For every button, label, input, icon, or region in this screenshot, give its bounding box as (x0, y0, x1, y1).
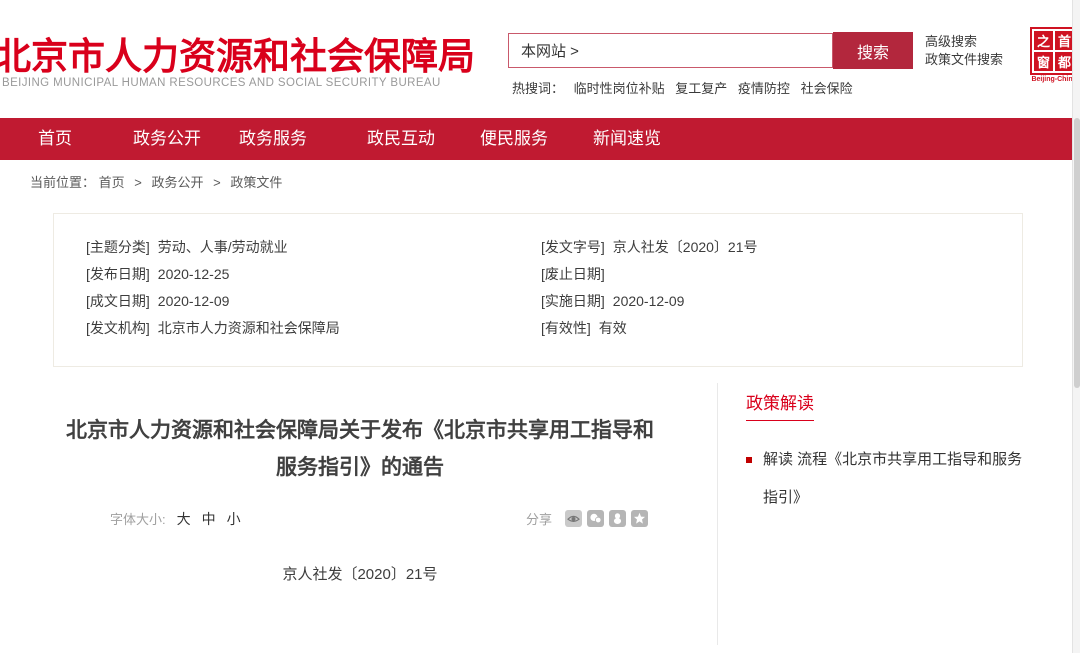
font-size-large-button[interactable]: 大 (177, 511, 191, 527)
hot-word-link[interactable]: 社会保险 (801, 81, 853, 96)
font-size-control: 字体大小: 大中小 (110, 509, 241, 530)
share-label: 分享 (526, 509, 552, 528)
meta-label: [发布日期] (86, 266, 150, 282)
meta-value: 京人社发〔2020〕21号 (613, 239, 758, 255)
qzone-share-icon[interactable] (631, 510, 648, 527)
hot-word-link[interactable]: 疫情防控 (738, 81, 790, 96)
hot-word-link[interactable]: 复工复产 (675, 81, 727, 96)
weibo-share-icon[interactable] (565, 510, 582, 527)
seal-char: 窗 (1034, 52, 1053, 71)
meta-row-effective-date: [实施日期] 2020-12-09 (541, 288, 758, 315)
font-size-small-button[interactable]: 小 (227, 511, 241, 527)
meta-column-left: [主题分类] 劳动、人事/劳动就业 [发布日期] 2020-12-25 [成文日期]… (86, 234, 340, 342)
article-tools-row: 字体大小: 大中小 分享 (53, 509, 703, 533)
wechat-share-icon[interactable] (587, 510, 604, 527)
meta-label: [发文机构] (86, 320, 150, 336)
nav-item-gov-services[interactable]: 政务服务 (239, 118, 307, 160)
scrollbar-thumb[interactable] (1074, 118, 1080, 388)
hot-word-link[interactable]: 临时性岗位补贴 (574, 81, 665, 96)
nav-item-gov-disclosure[interactable]: 政务公开 (133, 118, 201, 160)
breadcrumb: 当前位置： 首页 > 政务公开 > 政策文件 (30, 172, 282, 191)
page-scrollbar[interactable] (1072, 0, 1080, 653)
capital-window-caption: Beijing-China (1030, 76, 1078, 83)
nav-item-convenience[interactable]: 便民服务 (480, 118, 548, 160)
sidebar-item-label: 解读 流程《北京市共享用工指导和服务指引》 (763, 451, 1022, 506)
meta-value: 北京市人力资源和社会保障局 (158, 320, 340, 336)
meta-label: [成文日期] (86, 293, 150, 309)
bullet-icon (746, 457, 752, 463)
search-links: 高级搜索 政策文件搜索 (925, 33, 1003, 69)
nav-item-interaction[interactable]: 政民互动 (367, 118, 435, 160)
main-nav: 首页 政务公开 政务服务 政民互动 便民服务 新闻速览 (0, 118, 1080, 160)
meta-row-doc-number: [发文字号] 京人社发〔2020〕21号 (541, 234, 758, 261)
meta-value: 2020-12-09 (158, 293, 230, 309)
meta-row-validity: [有效性] 有效 (541, 315, 758, 342)
meta-value: 有效 (599, 320, 627, 336)
document-meta-box: [主题分类] 劳动、人事/劳动就业 [发布日期] 2020-12-25 [成文日期]… (53, 213, 1023, 367)
site-logo-title: 北京市人力资源和社会保障局 (0, 26, 475, 80)
advanced-search-link[interactable]: 高级搜索 (925, 33, 1003, 51)
meta-value: 2020-12-25 (158, 266, 230, 282)
meta-label: [废止日期] (541, 266, 605, 282)
share-control: 分享 (526, 509, 648, 528)
meta-label: [有效性] (541, 320, 591, 336)
meta-row-publish-date: [发布日期] 2020-12-25 (86, 261, 340, 288)
meta-value: 2020-12-09 (613, 293, 685, 309)
meta-row-topic: [主题分类] 劳动、人事/劳动就业 (86, 234, 340, 261)
seal-char: 之 (1034, 31, 1053, 50)
article-title: 北京市人力资源和社会保障局关于发布《北京市共享用工指导和服务指引》的通告 (60, 412, 660, 486)
meta-row-issuing-agency: [发文机构] 北京市人力资源和社会保障局 (86, 315, 340, 342)
meta-value: 劳动、人事/劳动就业 (158, 239, 288, 255)
sidebar-interpretation-link[interactable]: 解读 流程《北京市共享用工指导和服务指引》 (746, 441, 1031, 517)
hot-search-words: 热搜词： 临时性岗位补贴 复工复产 疫情防控 社会保险 (512, 78, 860, 97)
meta-label: [发文字号] (541, 239, 605, 255)
breadcrumb-policy-files[interactable]: 政策文件 (230, 175, 282, 190)
font-size-medium-button[interactable]: 中 (202, 511, 216, 527)
breadcrumb-home[interactable]: 首页 (99, 175, 125, 190)
capital-window-logo[interactable]: 之 首 窗 都 Beijing-China (1030, 27, 1078, 83)
site-logo-subtitle: BEIJING MUNICIPAL HUMAN RESOURCES AND SO… (2, 77, 441, 89)
breadcrumb-separator: > (134, 175, 142, 190)
nav-item-news[interactable]: 新闻速览 (593, 118, 661, 160)
font-size-label: 字体大小: (110, 512, 166, 527)
capital-window-seal-icon: 之 首 窗 都 (1030, 27, 1078, 75)
meta-row-repeal-date: [废止日期] (541, 261, 758, 288)
meta-label: [实施日期] (541, 293, 605, 309)
breadcrumb-separator: > (213, 175, 221, 190)
policy-file-search-link[interactable]: 政策文件搜索 (925, 51, 1003, 69)
meta-column-right: [发文字号] 京人社发〔2020〕21号 [废止日期] [实施日期] 2020-12… (541, 234, 758, 342)
breadcrumb-gov-disclosure[interactable]: 政务公开 (152, 175, 204, 190)
search-input[interactable] (508, 33, 833, 68)
sidebar-title: 政策解读 (746, 389, 814, 421)
qq-share-icon[interactable] (609, 510, 626, 527)
meta-row-written-date: [成文日期] 2020-12-09 (86, 288, 340, 315)
article-doc-number: 京人社发〔2020〕21号 (60, 563, 660, 584)
breadcrumb-label: 当前位置： (30, 175, 95, 190)
meta-label: [主题分类] (86, 239, 150, 255)
site-header: 北京市人力资源和社会保障局 BEIJING MUNICIPAL HUMAN RE… (0, 0, 1080, 118)
page: 北京市人力资源和社会保障局 BEIJING MUNICIPAL HUMAN RE… (0, 0, 1080, 653)
search-button[interactable]: 搜索 (833, 32, 913, 69)
policy-interpretation-sidebar: 政策解读 解读 流程《北京市共享用工指导和服务指引》 (717, 383, 1072, 645)
nav-item-home[interactable]: 首页 (38, 118, 72, 160)
hot-words-label: 热搜词： (512, 81, 564, 96)
